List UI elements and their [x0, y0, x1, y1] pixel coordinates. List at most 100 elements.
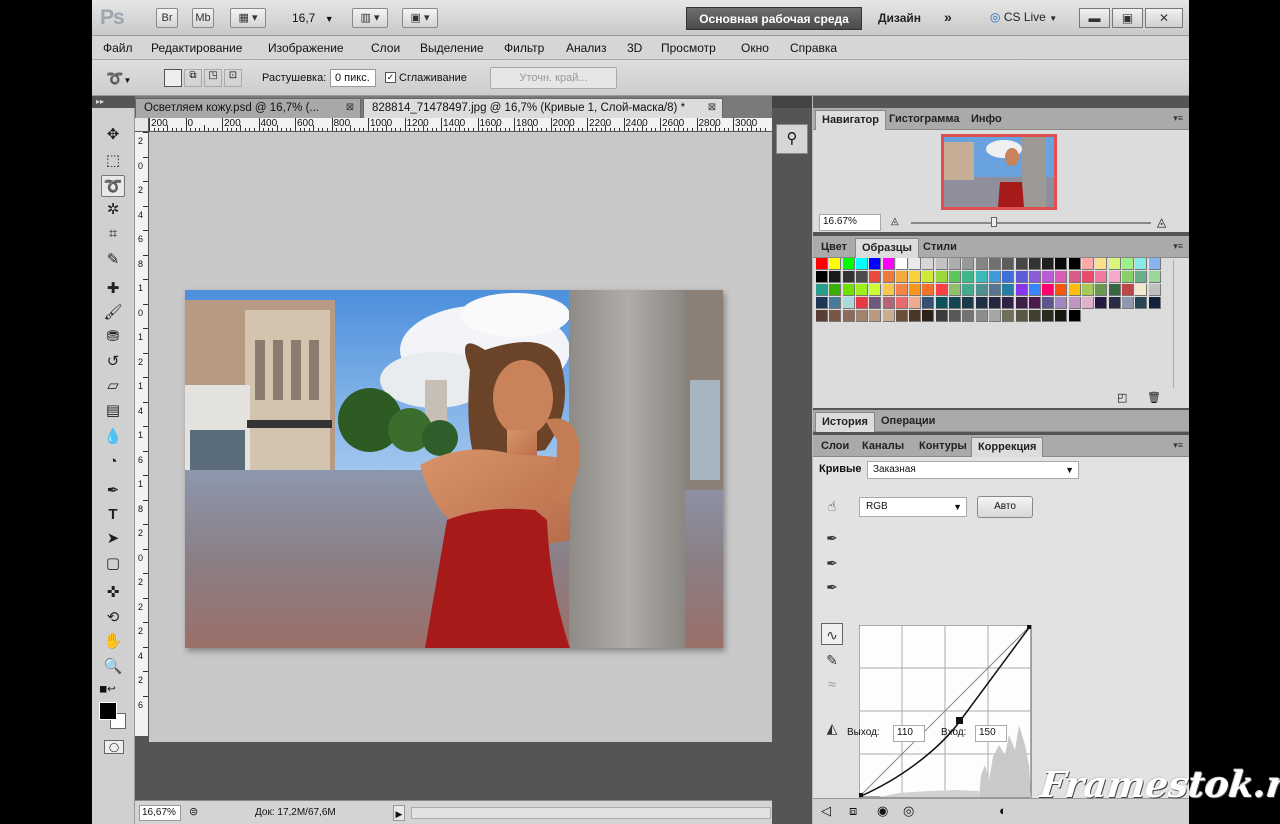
- intersect-selection-icon[interactable]: ⊡: [224, 69, 242, 87]
- expand-view-icon[interactable]: ⧈: [849, 803, 857, 819]
- lasso-tool-icon[interactable]: ➰: [101, 175, 125, 197]
- color-swatch[interactable]: [975, 310, 988, 322]
- color-swatch[interactable]: [1042, 310, 1055, 322]
- hand-tool-icon[interactable]: ✋: [101, 631, 125, 653]
- color-swatch[interactable]: [922, 310, 935, 322]
- panel-menu-icon[interactable]: ▾≡: [1173, 241, 1183, 252]
- screen-mode-button[interactable]: ▣ ▾: [402, 8, 438, 28]
- color-swatch[interactable]: [829, 271, 842, 283]
- menu-layers[interactable]: Слои: [371, 41, 400, 55]
- type-tool-icon[interactable]: T: [101, 504, 125, 526]
- color-swatch[interactable]: [1095, 271, 1108, 283]
- white-point-eyedropper-icon[interactable]: ✒: [821, 576, 843, 598]
- color-swatch[interactable]: [855, 297, 868, 309]
- gray-point-eyedropper-icon[interactable]: ✒: [821, 552, 843, 574]
- color-swatch[interactable]: [1108, 258, 1121, 270]
- color-swatch[interactable]: [1002, 284, 1015, 296]
- color-swatch[interactable]: [816, 271, 828, 283]
- color-swatch[interactable]: [1002, 310, 1015, 322]
- color-swatch[interactable]: [842, 310, 855, 322]
- tab-adjustments[interactable]: Коррекция: [971, 437, 1044, 457]
- menu-edit[interactable]: Редактирование: [151, 41, 242, 55]
- color-swatch[interactable]: [935, 258, 948, 270]
- color-swatch[interactable]: [816, 284, 828, 296]
- color-swatch[interactable]: [909, 297, 922, 309]
- color-swatch[interactable]: [842, 258, 855, 270]
- color-swatch[interactable]: [988, 284, 1001, 296]
- workspace-design-button[interactable]: Дизайн: [878, 11, 921, 25]
- brush-tool-icon[interactable]: 🖌: [101, 302, 125, 324]
- color-swatch[interactable]: [988, 271, 1001, 283]
- color-swatch[interactable]: [882, 258, 895, 270]
- color-swatch[interactable]: [988, 297, 1001, 309]
- tab-actions[interactable]: Операции: [875, 412, 941, 432]
- color-swatch[interactable]: [882, 284, 895, 296]
- navigator-thumbnail[interactable]: [941, 134, 1057, 210]
- color-swatch[interactable]: [1148, 258, 1161, 270]
- color-swatch[interactable]: [829, 284, 842, 296]
- color-swatch[interactable]: [1121, 258, 1134, 270]
- clone-stamp-tool-icon[interactable]: ⛃: [101, 326, 125, 348]
- tool-preset-picker[interactable]: ➰▼: [106, 68, 152, 88]
- minimize-button[interactable]: ▬: [1079, 8, 1110, 28]
- color-swatch[interactable]: [829, 310, 842, 322]
- refine-edge-button[interactable]: Уточн. край...: [490, 67, 617, 89]
- color-swatch[interactable]: [1121, 284, 1134, 296]
- color-swatch[interactable]: [855, 310, 868, 322]
- zoom-out-icon[interactable]: ◬: [891, 216, 899, 227]
- color-swatch[interactable]: [869, 271, 882, 283]
- color-swatch[interactable]: [1028, 297, 1041, 309]
- color-swatch[interactable]: [882, 310, 895, 322]
- color-swatch[interactable]: [895, 271, 908, 283]
- color-swatch[interactable]: [1095, 297, 1108, 309]
- back-arrow-icon[interactable]: ◁: [821, 803, 831, 819]
- 3d-orbit-tool-icon[interactable]: ⟲: [101, 607, 125, 629]
- color-swatch[interactable]: [1135, 271, 1148, 283]
- path-selection-tool-icon[interactable]: ➤: [101, 528, 125, 550]
- color-swatch[interactable]: [1148, 271, 1161, 283]
- tab-color[interactable]: Цвет: [815, 238, 853, 258]
- smooth-curve-icon[interactable]: ≈: [821, 673, 843, 695]
- menu-select[interactable]: Выделение: [420, 41, 484, 55]
- canvas-pasteboard[interactable]: [149, 132, 772, 742]
- new-swatch-icon[interactable]: ◰: [1117, 391, 1127, 404]
- menu-analysis[interactable]: Анализ: [566, 41, 607, 55]
- color-swatch[interactable]: [922, 271, 935, 283]
- visibility-eye-icon[interactable]: ◎: [903, 803, 914, 819]
- tab-layers[interactable]: Слои: [815, 437, 855, 457]
- color-swatch[interactable]: [895, 310, 908, 322]
- color-swatch[interactable]: [842, 297, 855, 309]
- doc-tab-2[interactable]: 828814_71478497.jpg @ 16,7% (Кривые 1, С…: [363, 98, 723, 118]
- color-swatch[interactable]: [1055, 258, 1068, 270]
- color-swatch[interactable]: [882, 297, 895, 309]
- color-swatch[interactable]: [855, 284, 868, 296]
- color-swatch[interactable]: [1028, 284, 1041, 296]
- color-swatch[interactable]: [1028, 258, 1041, 270]
- default-colors-icon[interactable]: ◼↩: [99, 684, 116, 695]
- color-swatch[interactable]: [1095, 258, 1108, 270]
- panel-menu-icon[interactable]: ▾≡: [1173, 113, 1183, 124]
- color-swatch[interactable]: [1028, 310, 1041, 322]
- menu-image[interactable]: Изображение: [268, 41, 344, 55]
- swatch-grid[interactable]: [816, 258, 1168, 322]
- color-swatch[interactable]: [1002, 297, 1015, 309]
- color-swatch[interactable]: [1082, 258, 1094, 270]
- color-swatch[interactable]: [1135, 258, 1148, 270]
- move-tool-icon[interactable]: ✥: [101, 124, 125, 146]
- color-swatch[interactable]: [1042, 258, 1055, 270]
- color-swatch[interactable]: [869, 310, 882, 322]
- tab-paths[interactable]: Контуры: [913, 437, 973, 457]
- color-swatch[interactable]: [855, 271, 868, 283]
- color-swatch[interactable]: [1108, 284, 1121, 296]
- color-swatch[interactable]: [1015, 271, 1028, 283]
- crop-tool-icon[interactable]: ⌗: [101, 223, 125, 245]
- curves-graph[interactable]: [858, 624, 1033, 799]
- previous-state-icon[interactable]: ◐: [999, 803, 1007, 818]
- color-swatch[interactable]: [1055, 271, 1068, 283]
- color-swatch[interactable]: [1082, 271, 1094, 283]
- close-icon[interactable]: ⊠: [706, 102, 718, 114]
- tab-histogram[interactable]: Гистограмма: [883, 110, 965, 130]
- menu-3d[interactable]: 3D: [627, 41, 642, 55]
- color-swatch[interactable]: [1042, 271, 1055, 283]
- mini-bridge-button[interactable]: Mb: [192, 8, 214, 28]
